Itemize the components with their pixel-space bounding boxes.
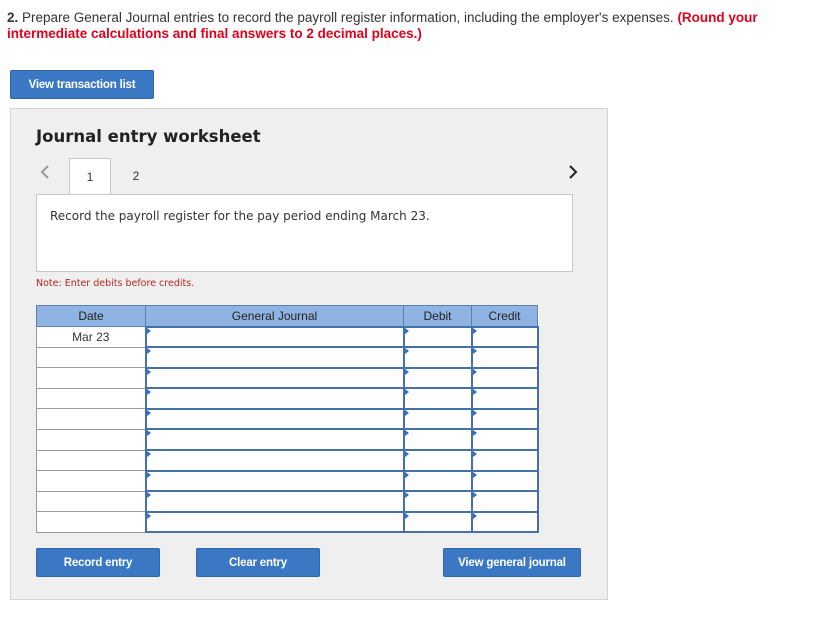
date-cell[interactable] [36,346,146,369]
account-input[interactable] [144,490,405,513]
account-input[interactable] [144,366,405,390]
table-row: Mar 23 [36,325,539,349]
date-cell[interactable]: Mar 23 [36,326,146,348]
account-input[interactable] [144,469,405,493]
date-cell[interactable] [36,387,146,410]
account-input[interactable] [144,428,405,452]
account-input[interactable] [144,407,405,431]
debit-input[interactable] [402,325,473,349]
debit-input[interactable] [402,428,473,452]
credit-input[interactable] [470,449,539,472]
account-input[interactable] [144,510,405,534]
date-cell[interactable] [36,449,146,472]
credit-input[interactable] [470,325,539,349]
date-cell[interactable] [36,367,146,389]
record-entry-button[interactable]: Record entry [36,548,160,577]
debit-input[interactable] [402,510,473,534]
credit-input[interactable] [470,407,539,431]
account-input[interactable] [144,325,405,349]
journal-table: Date General Journal Debit Credit Mar 23 [36,305,539,534]
credit-input[interactable] [470,428,539,452]
entry-description-text: Record the payroll register for the pay … [50,209,430,223]
chevron-left-icon[interactable] [38,161,52,183]
tab-1[interactable]: 1 [69,158,111,194]
question-text: 2. Prepare General Journal entries to re… [7,10,807,42]
view-transaction-list-button[interactable]: View transaction list [10,70,154,99]
account-input[interactable] [144,346,405,369]
debit-input[interactable] [402,469,473,493]
credit-input[interactable] [470,510,539,534]
worksheet-title: Journal entry worksheet [36,127,261,146]
credit-input[interactable] [470,346,539,369]
question-body: Prepare General Journal entries to recor… [18,10,678,25]
view-general-journal-button[interactable]: View general journal [443,548,581,577]
tab-2[interactable]: 2 [115,158,157,194]
date-cell[interactable] [36,428,146,451]
table-row [36,346,539,369]
table-row [36,469,539,493]
date-cell[interactable] [36,470,146,492]
table-header-row: Date General Journal Debit Credit [36,305,538,327]
table-row [36,490,539,513]
credit-input[interactable] [470,366,539,390]
table-row [36,428,539,452]
credit-input[interactable] [470,469,539,493]
debit-input[interactable] [402,387,473,410]
header-credit: Credit [471,305,538,327]
account-input[interactable] [144,387,405,410]
debit-input[interactable] [402,346,473,369]
header-general-journal: General Journal [145,305,404,327]
table-row [36,449,539,472]
debit-input[interactable] [402,449,473,472]
table-row [36,407,539,431]
table-row [36,510,539,534]
debits-note: Note: Enter debits before credits. [36,278,195,289]
date-cell[interactable] [36,490,146,513]
clear-entry-button[interactable]: Clear entry [196,548,320,577]
table-row [36,387,539,410]
question-number: 2. [7,10,19,25]
journal-entry-worksheet: Journal entry worksheet 1 2 Record the p… [10,108,608,600]
debit-input[interactable] [402,490,473,513]
debit-input[interactable] [402,407,473,431]
credit-input[interactable] [470,490,539,513]
header-debit: Debit [403,305,472,327]
account-input[interactable] [144,449,405,472]
date-cell[interactable] [36,408,146,430]
date-cell[interactable] [36,511,146,533]
header-date: Date [36,305,146,327]
table-row [36,366,539,390]
credit-input[interactable] [470,387,539,410]
debit-input[interactable] [402,366,473,390]
entry-description: Record the payroll register for the pay … [36,194,573,272]
chevron-right-icon[interactable] [566,161,580,183]
